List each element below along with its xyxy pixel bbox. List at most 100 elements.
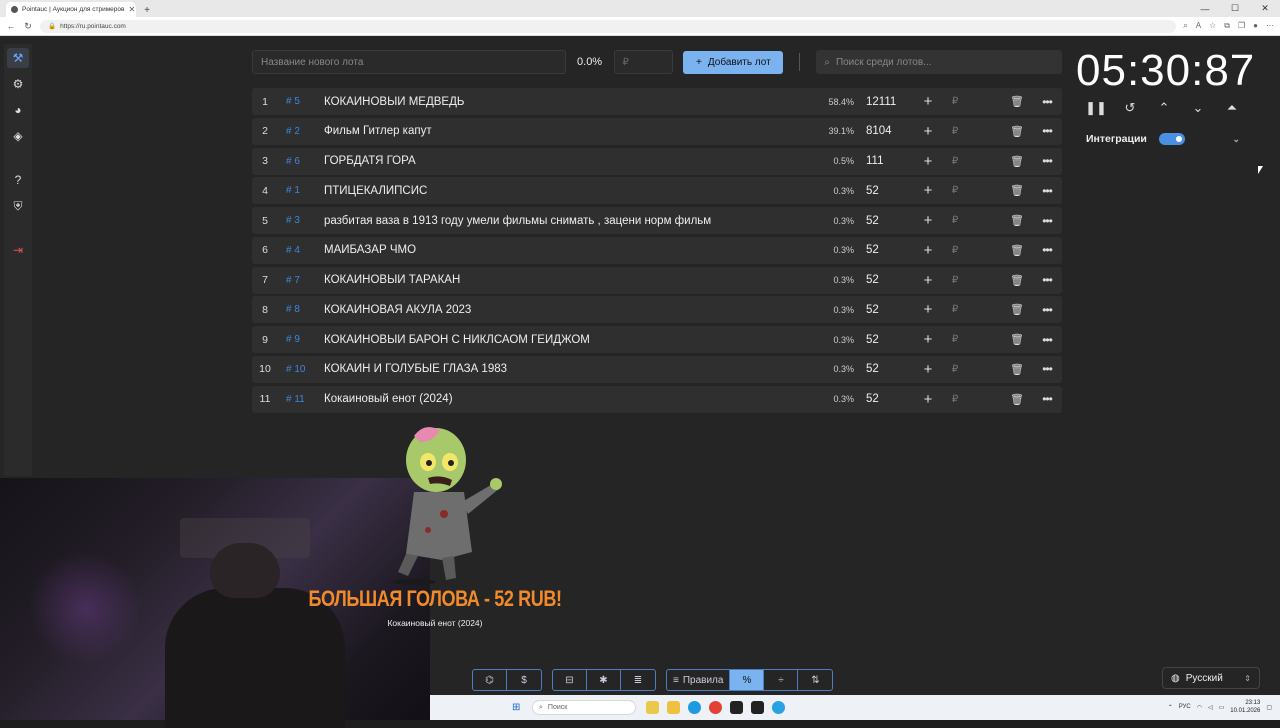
plus-icon[interactable]: + — [916, 182, 940, 199]
more-icon[interactable]: ••• — [1032, 184, 1062, 198]
lot-name[interactable]: ПТИЦЕКАЛИПСИС — [324, 185, 812, 197]
trash-icon[interactable]: 🗑 — [970, 184, 1032, 197]
gavel-icon[interactable]: ⚒ — [7, 48, 29, 68]
more-icon[interactable]: ••• — [1032, 333, 1062, 347]
back-icon[interactable]: ← — [6, 21, 16, 31]
rules-button[interactable]: ≡ Правила — [667, 670, 731, 690]
lot-name[interactable]: КОКАИНОВЫЙ ТАРАКАН — [324, 274, 812, 286]
lot-name[interactable]: МАЙБАЗАР ЧМО — [324, 244, 812, 256]
lot-id[interactable]: # 2 — [278, 126, 324, 137]
chevron-down-icon[interactable]: ⌄ — [1232, 134, 1240, 145]
plus-icon[interactable]: + — [916, 301, 940, 318]
close-window-icon[interactable]: ✕ — [1250, 0, 1280, 17]
new-lot-name-input[interactable]: Название нового лота — [252, 50, 566, 74]
taskbar-app-icon[interactable] — [646, 701, 659, 714]
address-bar[interactable]: 🔒 https://ru.pointauc.com — [40, 19, 1177, 33]
lot-amount[interactable]: 52 — [854, 363, 916, 375]
chrome-icon[interactable] — [709, 701, 722, 714]
reload-icon[interactable]: ↻ — [23, 21, 33, 32]
shield-icon[interactable]: ⛨ — [7, 196, 29, 216]
plus-icon[interactable]: + — [916, 331, 940, 348]
lot-name[interactable]: ГОРБДАТЯ ГОРА — [324, 155, 812, 167]
extensions-icon[interactable]: ⧉ — [1224, 21, 1230, 31]
plus-icon[interactable]: + — [916, 391, 940, 408]
trash-icon[interactable]: 🗑 — [970, 155, 1032, 168]
lot-amount[interactable]: 111 — [854, 155, 916, 167]
lot-name[interactable]: КОКАИНОВАЯ АКУЛА 2023 — [324, 304, 812, 316]
collections-icon[interactable]: ❐ — [1238, 21, 1245, 31]
more-icon[interactable]: ••• — [1032, 95, 1062, 109]
lot-id[interactable]: # 9 — [278, 334, 324, 345]
ruble-icon[interactable]: ₽ — [940, 215, 970, 226]
trash-icon[interactable]: 🗑 — [970, 244, 1032, 257]
plus-icon[interactable]: + — [916, 242, 940, 259]
gear-icon[interactable]: ⚙ — [7, 74, 29, 94]
lot-amount[interactable]: 52 — [854, 304, 916, 316]
trash-icon[interactable]: 🗑 — [970, 125, 1032, 138]
lot-name[interactable]: Кокаиновый енот (2024) — [324, 393, 812, 405]
add-lot-button[interactable]: + Добавить лот — [683, 50, 784, 74]
lot-amount[interactable]: 52 — [854, 244, 916, 256]
ruble-icon[interactable]: ₽ — [940, 304, 970, 315]
ruble-icon[interactable]: ₽ — [940, 185, 970, 196]
plus-icon[interactable]: + — [916, 123, 940, 140]
plus-icon[interactable]: + — [916, 153, 940, 170]
lot-id[interactable]: # 6 — [278, 156, 324, 167]
save-icon[interactable]: ⊟ — [553, 670, 587, 690]
maximize-icon[interactable]: ☐ — [1220, 0, 1250, 17]
lot-amount[interactable]: 52 — [854, 185, 916, 197]
ruble-icon[interactable]: ₽ — [940, 275, 970, 286]
more-icon[interactable]: ••• — [1032, 154, 1062, 168]
trash-icon[interactable]: 🗑 — [970, 95, 1032, 108]
windows-start-icon[interactable]: ⊞ — [512, 702, 520, 713]
profile-icon[interactable]: ● — [1253, 21, 1258, 31]
battery-icon[interactable]: ▭ — [1219, 704, 1225, 711]
lot-id[interactable]: # 8 — [278, 304, 324, 315]
trash-icon[interactable]: 🗑 — [970, 393, 1032, 406]
lot-amount[interactable]: 12111 — [854, 96, 916, 108]
menu-icon[interactable]: ⋯ — [1266, 21, 1274, 31]
lot-amount[interactable]: 52 — [854, 215, 916, 227]
volume-icon[interactable]: ◁ — [1208, 704, 1213, 711]
tray-chevron-icon[interactable]: ⌃ — [1168, 704, 1173, 711]
lot-id[interactable]: # 7 — [278, 275, 324, 286]
plus-icon[interactable]: + — [916, 272, 940, 289]
lot-id[interactable]: # 11 — [278, 394, 324, 405]
more-icon[interactable]: ••• — [1032, 124, 1062, 138]
more-icon[interactable]: ••• — [1032, 214, 1062, 228]
plus-icon[interactable]: + — [916, 93, 940, 110]
browser-tab[interactable]: Pointauc | Аукцион для стримеров ✕ — [6, 2, 136, 17]
lot-amount[interactable]: 52 — [854, 274, 916, 286]
chevron-up-icon[interactable]: ⌃ — [1154, 98, 1174, 118]
wifi-icon[interactable]: ◠ — [1197, 704, 1202, 711]
lot-name[interactable]: КОКАИН И ГОЛУБЫЕ ГЛАЗА 1983 — [324, 363, 812, 375]
notifications-icon[interactable]: ▢ — [1266, 704, 1272, 711]
ruble-icon[interactable]: ₽ — [940, 156, 970, 167]
pie-chart-icon[interactable]: ◕ — [7, 100, 29, 120]
folder-icon[interactable] — [667, 701, 680, 714]
help-icon[interactable]: ? — [7, 170, 29, 190]
more-icon[interactable]: ••• — [1032, 273, 1062, 287]
bug-icon[interactable]: ✱ — [587, 670, 621, 690]
lot-name[interactable]: Фильм Гитлер капут — [324, 125, 812, 137]
more-icon[interactable]: ••• — [1032, 243, 1062, 257]
ruble-icon[interactable]: ₽ — [940, 245, 970, 256]
lot-id[interactable]: # 1 — [278, 185, 324, 196]
lot-name[interactable]: разбитая ваза в 1913 году умели фильмы с… — [324, 215, 812, 227]
split-icon[interactable]: ÷ — [764, 670, 799, 690]
zoom-icon[interactable]: ⌕ — [1183, 21, 1187, 31]
lot-id[interactable]: # 5 — [278, 96, 324, 107]
ruble-icon[interactable]: ₽ — [940, 394, 970, 405]
layers-icon[interactable]: ◈ — [7, 126, 29, 146]
donate-icon[interactable]: $ — [507, 670, 541, 690]
app-icon[interactable] — [751, 701, 764, 714]
trash-icon[interactable]: 🗑 — [970, 274, 1032, 287]
lot-amount[interactable]: 8104 — [854, 125, 916, 137]
plus-icon[interactable]: + — [916, 361, 940, 378]
telegram-icon[interactable] — [772, 701, 785, 714]
trash-icon[interactable]: 🗑 — [970, 363, 1032, 376]
chevron-down-icon[interactable]: ⌄ — [1188, 98, 1208, 118]
new-tab-button[interactable]: + — [140, 3, 154, 17]
lot-id[interactable]: # 10 — [278, 364, 324, 375]
percent-toggle-icon[interactable]: % — [730, 670, 765, 690]
